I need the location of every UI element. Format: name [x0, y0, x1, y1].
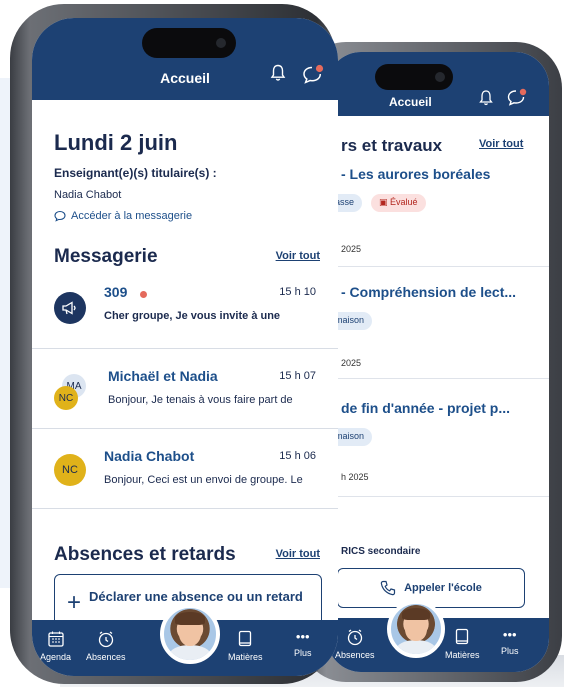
message-preview: Cher groupe, Je vous invite à une: [104, 310, 281, 322]
back-voir-tout-link[interactable]: Voir tout: [479, 138, 523, 150]
message-row[interactable]: MA NC Michaël et Nadia 15 h 07 Bonjour, …: [32, 358, 338, 436]
clock-icon: [347, 629, 362, 646]
camera-icon: [216, 38, 226, 48]
message-sender: 309: [104, 284, 128, 300]
front-phone-frame: Accueil Lundi 2 juin Enseignant(e)(s) ti…: [10, 4, 338, 684]
nav-plus-label: Plus: [501, 646, 519, 656]
teacher-name: Nadia Chabot: [54, 189, 122, 201]
message-sender: Michaël et Nadia: [108, 368, 218, 384]
nav-agenda-label: Agenda: [40, 652, 72, 662]
back-item-date: 2025: [341, 244, 362, 254]
nav-absences-label: Absences: [86, 652, 126, 662]
evalue-chip: ▣ Évalué: [371, 194, 426, 212]
message-time: 15 h 10: [279, 286, 316, 298]
bell-icon[interactable]: [270, 64, 286, 82]
nav-absences[interactable]: Absences: [86, 630, 126, 662]
home-content: Lundi 2 juin Enseignant(e)(s) titulaire(…: [32, 100, 338, 636]
message-time: 15 h 07: [279, 370, 316, 382]
dynamic-island: [142, 28, 236, 58]
book-icon: [239, 630, 252, 647]
student-avatar[interactable]: [160, 604, 220, 664]
chat-icon[interactable]: [302, 64, 324, 84]
nav-plus[interactable]: ••• Plus: [501, 627, 519, 657]
message-sender: Nadia Chabot: [104, 448, 195, 464]
front-header: Accueil: [32, 18, 338, 100]
messagerie-title: Messagerie: [54, 246, 158, 267]
plus-icon: +: [67, 589, 82, 616]
message-time: 15 h 06: [279, 450, 316, 462]
messaging-link-label: Accéder à la messagerie: [71, 210, 193, 222]
back-section-title: rs et travaux: [341, 136, 443, 155]
back-phone-screen: Accueil rs et travaux Voir tout - Les au…: [327, 52, 549, 672]
nav-absences[interactable]: Absences: [335, 628, 375, 660]
back-item-title[interactable]: - Les aurores boréales: [341, 166, 541, 182]
front-header-title: Accueil: [160, 70, 210, 86]
avatar-initials: NC: [54, 454, 86, 486]
divider: [32, 508, 338, 509]
divider: [32, 348, 338, 349]
absences-title: Absences et retards: [54, 544, 236, 565]
nav-plus[interactable]: ••• Plus: [294, 629, 312, 659]
back-item-title[interactable]: - Compréhension de lect...: [341, 284, 541, 300]
bell-icon[interactable]: [479, 90, 493, 106]
declare-absence-label: Déclarer une absence ou un retard: [89, 589, 303, 604]
message-preview: Bonjour, Ceci est un envoi de groupe. Le: [104, 474, 303, 486]
teacher-label: Enseignant(e)(s) titulaire(s) :: [54, 166, 217, 180]
call-school-label: Appeler l'école: [404, 582, 482, 594]
nav-agenda[interactable]: Agenda: [40, 630, 71, 662]
back-header: Accueil: [327, 52, 549, 116]
avatar-hair: [175, 612, 205, 625]
back-item-title[interactable]: de fin d'année - projet p...: [341, 400, 541, 416]
call-school-button[interactable]: Appeler l'école: [337, 568, 525, 608]
divider: [327, 266, 549, 267]
document-icon: ▣: [379, 197, 391, 207]
avatar-hair: [402, 608, 430, 620]
calendar-icon: [47, 631, 64, 647]
more-icon: •••: [295, 629, 310, 644]
chat-icon[interactable]: [507, 88, 527, 106]
megaphone-icon: [54, 292, 86, 324]
nav-matieres[interactable]: Matières: [445, 628, 480, 660]
back-item-date: h 2025: [341, 472, 369, 482]
page-title: Lundi 2 juin: [54, 130, 178, 155]
clock-icon: [98, 631, 113, 648]
phone-icon: [380, 580, 396, 596]
camera-icon: [435, 72, 445, 82]
school-name: RICS secondaire: [341, 546, 421, 557]
message-row[interactable]: NC Nadia Chabot 15 h 06 Bonjour, Ceci es…: [32, 438, 338, 516]
dynamic-island: [375, 64, 453, 90]
divider: [32, 428, 338, 429]
back-item-date: 2025: [341, 358, 362, 368]
book-icon: [456, 628, 469, 645]
messaging-link[interactable]: Accéder à la messagerie: [54, 210, 192, 222]
avatar-initials-front: NC: [54, 386, 78, 410]
more-icon: •••: [502, 627, 517, 642]
message-row[interactable]: 309 15 h 10 Cher groupe, Je vous invite …: [32, 272, 338, 350]
message-preview: Bonjour, Je tenais à vous faire part de: [108, 394, 293, 406]
student-avatar[interactable]: [387, 600, 445, 658]
front-phone-screen: Accueil Lundi 2 juin Enseignant(e)(s) ti…: [32, 18, 338, 676]
divider: [327, 496, 549, 497]
nav-matieres[interactable]: Matières: [228, 630, 263, 662]
unread-indicator: [140, 291, 147, 298]
back-header-title: Accueil: [389, 95, 432, 109]
divider: [327, 378, 549, 379]
nav-matieres-label: Matières: [228, 652, 263, 662]
nav-matieres-label: Matières: [445, 650, 480, 660]
absences-voir-tout[interactable]: Voir tout: [276, 548, 320, 560]
nav-absences-label: Absences: [335, 650, 375, 660]
chat-icon: [54, 210, 66, 222]
messagerie-voir-tout[interactable]: Voir tout: [276, 250, 320, 262]
nav-plus-label: Plus: [294, 648, 312, 658]
